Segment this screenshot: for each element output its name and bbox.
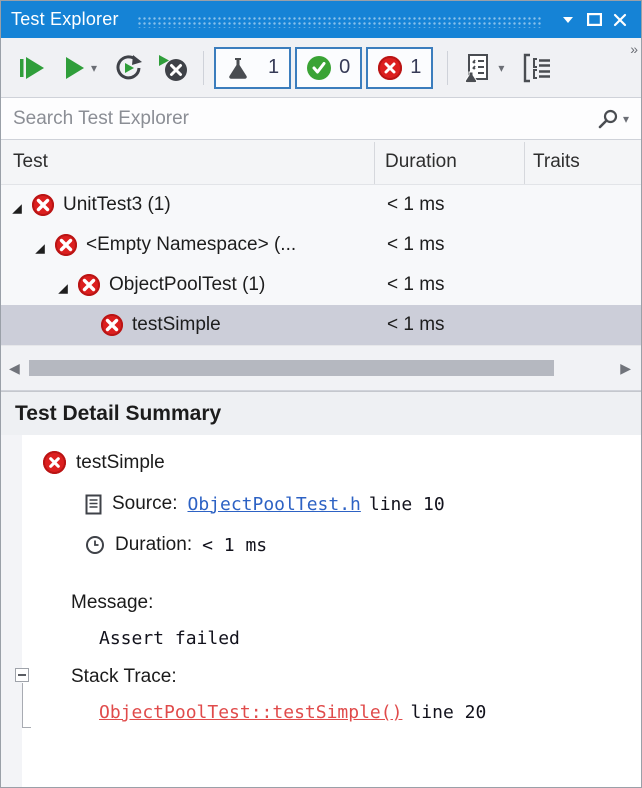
detail-stack-frame-row: ObjectPoolTest::testSimple() line 20 [99, 702, 486, 723]
source-label: Source: [112, 493, 178, 514]
collapse-expander-icon[interactable] [11, 199, 23, 214]
playlist-dropdown-icon[interactable]: ▾ [498, 61, 504, 75]
search-icon[interactable] [597, 108, 619, 130]
stack-trace-label: Stack Trace: [71, 666, 177, 687]
failed-test-icon [55, 234, 77, 256]
toolbar-overflow-icon[interactable]: » [630, 41, 638, 57]
collapse-expander-icon[interactable] [34, 239, 46, 254]
failed-test-icon [101, 314, 123, 336]
passed-tests-filter[interactable]: 0 [295, 46, 363, 89]
clock-icon [85, 535, 105, 555]
failed-test-icon [43, 451, 66, 474]
stack-frame-line-number: line 20 [410, 702, 487, 723]
search-input[interactable] [13, 107, 597, 130]
close-icon[interactable] [607, 7, 633, 33]
run-dropdown-icon[interactable]: ▾ [91, 61, 97, 75]
run-failed-tests-button[interactable] [153, 49, 193, 87]
message-label: Message: [71, 592, 154, 613]
total-count: 1 [268, 56, 280, 78]
drag-grip[interactable] [136, 15, 541, 28]
detail-message-value-row: Assert failed [99, 628, 240, 649]
detail-test-name: testSimple [76, 451, 165, 473]
message-value: Assert failed [99, 628, 240, 649]
detail-source-row: Source: ObjectPoolTest.h line 10 [85, 493, 445, 515]
test-node-label: UnitTest3 (1) [63, 194, 171, 215]
test-node-duration: < 1 ms [387, 234, 445, 255]
test-node-duration: < 1 ms [387, 194, 445, 215]
tree-row-testsimple[interactable]: testSimple < 1 ms [1, 305, 641, 345]
stack-trace-guide-line [22, 727, 31, 728]
column-duration[interactable]: Duration [385, 151, 457, 173]
failed-icon [378, 55, 403, 80]
passed-count: 0 [339, 56, 351, 78]
detail-summary-header: Test Detail Summary [1, 391, 641, 435]
float-window-icon[interactable] [581, 7, 607, 33]
source-line-number: line 10 [368, 493, 445, 515]
stack-frame-link[interactable]: ObjectPoolTest::testSimple() [99, 702, 402, 723]
column-header-row: Test Duration Traits [1, 140, 641, 185]
detail-test-row: testSimple [43, 451, 165, 474]
group-by-button[interactable] [518, 49, 558, 87]
test-node-duration: < 1 ms [387, 314, 445, 335]
search-bar: ▾ [1, 98, 641, 140]
detail-message-label-row: Message: [71, 592, 153, 614]
test-node-label: <Empty Namespace> (... [86, 234, 297, 255]
column-divider [374, 142, 375, 184]
failed-test-icon [78, 274, 100, 296]
detail-stack-label-row: Stack Trace: [71, 666, 177, 688]
tree-row-unittest3[interactable]: UnitTest3 (1) < 1 ms [1, 185, 641, 225]
passed-icon [307, 55, 332, 80]
playlist-button[interactable] [458, 48, 496, 88]
test-explorer-window: Test Explorer ▾ 1 0 1 ▾ » Search Test Ex… [0, 0, 642, 788]
stack-trace-collapse-icon[interactable] [15, 668, 29, 682]
scroll-left-icon[interactable]: ◀ [9, 360, 20, 377]
detail-summary-title: Test Detail Summary [15, 401, 222, 425]
duration-label: Duration: [115, 534, 193, 555]
toolbar-separator [447, 50, 449, 85]
detail-gutter [1, 435, 22, 787]
detail-summary-body: testSimple Source: ObjectPoolTest.h line… [1, 435, 641, 787]
test-node-label: ObjectPoolTest (1) [109, 274, 266, 295]
toolbar-separator [203, 50, 205, 85]
stack-trace-guide-line [22, 683, 23, 727]
failed-test-icon [32, 194, 54, 216]
scrollbar-thumb[interactable] [29, 360, 554, 376]
column-traits[interactable]: Traits [533, 151, 580, 173]
source-document-icon [85, 494, 102, 515]
run-all-button[interactable] [13, 51, 51, 85]
detail-duration-row: Duration: < 1 ms [85, 534, 267, 556]
column-divider [524, 142, 525, 184]
failed-count: 1 [410, 56, 422, 78]
failed-tests-filter[interactable]: 1 [366, 46, 434, 89]
column-test[interactable]: Test [13, 151, 48, 173]
toolbar: ▾ 1 0 1 ▾ » [1, 38, 641, 98]
search-dropdown-icon[interactable]: ▾ [623, 112, 629, 126]
window-title: Test Explorer [11, 9, 119, 29]
beaker-icon [226, 56, 250, 80]
horizontal-scrollbar[interactable]: ◀ ▶ [1, 345, 641, 391]
repeat-last-run-button[interactable] [109, 49, 147, 87]
source-file-link[interactable]: ObjectPoolTest.h [187, 494, 360, 515]
tree-row-empty-namespace[interactable]: <Empty Namespace> (... < 1 ms [1, 225, 641, 265]
scroll-right-icon[interactable]: ▶ [620, 360, 631, 377]
test-node-duration: < 1 ms [387, 274, 445, 295]
window-menu-icon[interactable] [555, 7, 581, 33]
test-node-label: testSimple [132, 314, 221, 335]
titlebar: Test Explorer [1, 1, 641, 38]
collapse-expander-icon[interactable] [57, 279, 69, 294]
run-button[interactable] [59, 51, 89, 85]
tree-row-objectpooltest[interactable]: ObjectPoolTest (1) < 1 ms [1, 265, 641, 305]
total-tests-filter[interactable]: 1 [214, 46, 292, 89]
test-tree: UnitTest3 (1) < 1 ms <Empty Namespace> (… [1, 185, 641, 345]
duration-value: < 1 ms [202, 534, 268, 556]
